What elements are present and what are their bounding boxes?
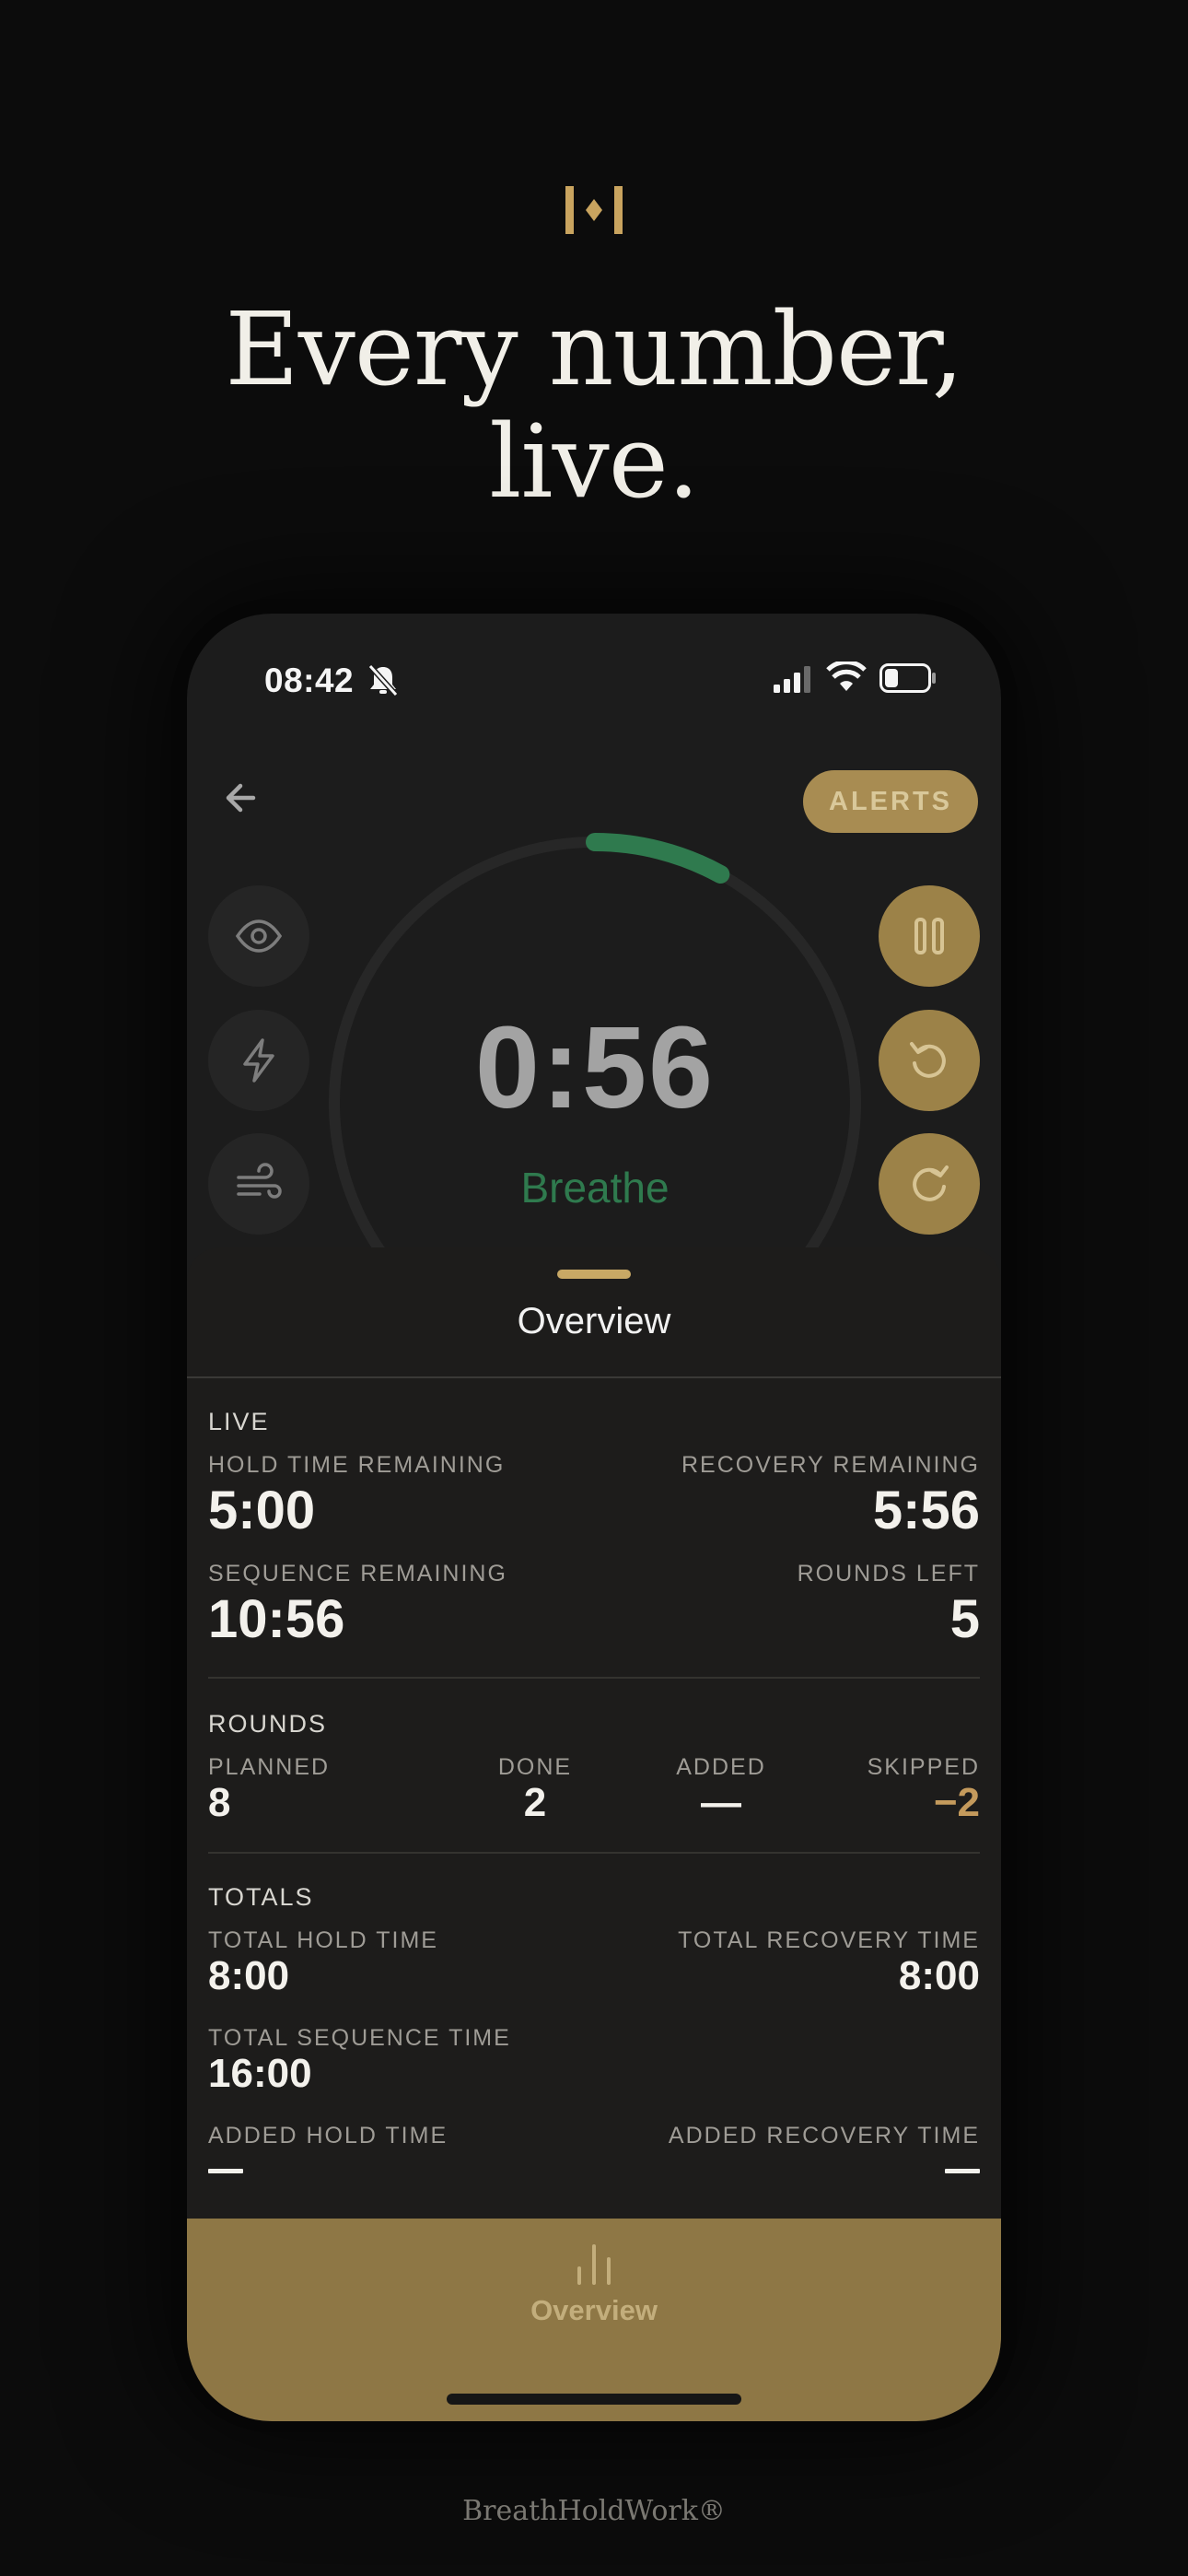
sheet-divider [187,1376,1001,1378]
planned-value: 8 [208,1780,231,1825]
redo-icon [913,1165,949,1201]
arrow-left-icon[interactable] [215,770,270,825]
added-recovery-label: ADDED RECOVERY TIME [668,2123,980,2149]
headline-line-1: Every number, [225,290,963,408]
brand-logo-icon [565,186,623,234]
rounds-left-value: 5 [949,1589,980,1649]
total-recovery-label: TOTAL RECOVERY TIME [678,1927,980,1953]
page-headline: Every number, live. [0,293,1188,518]
redo-button[interactable] [879,1133,980,1235]
wifi-icon [826,662,867,691]
restart-icon [910,1042,946,1078]
done-label: DONE [497,1754,573,1780]
timer-value: 0:56 [474,1002,716,1132]
bolt-icon [243,1038,274,1083]
recovery-remaining-label: RECOVERY REMAINING [681,1452,980,1478]
added-hold-empty-dash [208,2169,243,2173]
tab-bar: Overview [187,2219,1001,2421]
totals-section-label: TOTALS [208,1883,314,1911]
section-divider [208,1677,980,1679]
phone-screen: 08:42 ALERTS 0:56 Breathe Overview LIVE … [187,614,1001,2421]
restart-button[interactable] [879,1010,980,1111]
live-section-label: LIVE [208,1408,270,1435]
home-indicator [447,2394,741,2405]
done-value: 2 [523,1780,547,1825]
sheet-drag-handle[interactable] [557,1270,631,1279]
sheet-title: Overview [517,1301,671,1341]
rounds-left-label: ROUNDS LEFT [797,1561,980,1587]
added-recovery-empty-dash [945,2169,980,2173]
pause-button[interactable] [879,885,980,987]
eye-icon [235,919,283,953]
skipped-value: −2 [933,1780,980,1825]
bar-chart-icon [577,2244,611,2285]
added-value: — [701,1780,741,1825]
brand-footer: BreathHoldWork® [462,2495,726,2527]
recovery-remaining-value: 5:56 [872,1481,980,1540]
wind-icon [237,1163,282,1199]
section-divider [208,1852,980,1854]
headline-line-2: live. [489,403,700,521]
sequence-remaining-label: SEQUENCE REMAINING [208,1561,507,1587]
battery-icon [879,663,936,693]
hold-remaining-value: 5:00 [208,1481,316,1540]
bell-slash-icon [367,663,399,697]
hold-remaining-label: HOLD TIME REMAINING [208,1452,506,1478]
total-sequence-label: TOTAL SEQUENCE TIME [208,2025,511,2051]
wind-button[interactable] [208,1133,309,1235]
total-recovery-value: 8:00 [898,1953,980,1998]
phase-label: Breathe [520,1164,670,1212]
eye-button[interactable] [208,885,309,987]
tab-overview-label: Overview [530,2294,658,2326]
skipped-label: SKIPPED [867,1754,980,1780]
rounds-section-label: ROUNDS [208,1710,328,1738]
added-label: ADDED [676,1754,766,1780]
bolt-button[interactable] [208,1010,309,1111]
status-time: 08:42 [264,662,355,699]
total-hold-value: 8:00 [208,1953,290,1998]
planned-label: PLANNED [208,1754,331,1780]
timer-ring-progress [586,833,730,884]
alerts-button[interactable]: ALERTS [803,770,978,833]
sequence-remaining-value: 10:56 [208,1589,345,1649]
total-sequence-value: 16:00 [208,2051,312,2096]
pause-icon [914,918,944,954]
signal-icon [774,666,810,693]
added-hold-label: ADDED HOLD TIME [208,2123,448,2149]
total-hold-label: TOTAL HOLD TIME [208,1927,438,1953]
